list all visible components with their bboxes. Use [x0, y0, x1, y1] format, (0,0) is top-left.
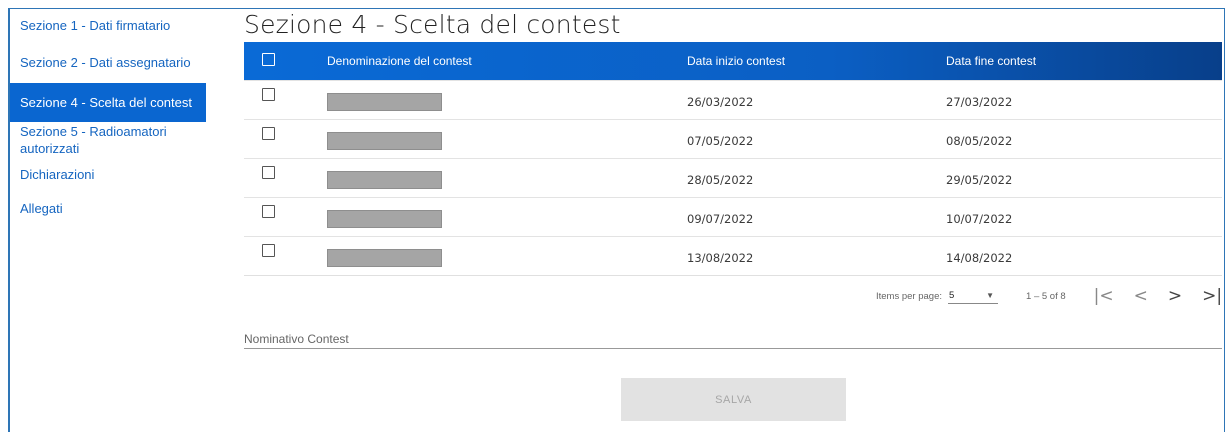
- paginator: Items per page: 5 ▼ 1 – 5 of 8 |< < > >|: [876, 286, 1222, 306]
- select-all-checkbox[interactable]: [262, 53, 275, 66]
- column-header-name: Denominazione del contest: [327, 54, 472, 68]
- sidebar-item-sezione-2[interactable]: Sezione 2 - Dati assegnatario: [10, 42, 206, 83]
- column-header-end: Data fine contest: [946, 54, 1037, 68]
- row-checkbox[interactable]: [262, 127, 275, 140]
- save-button[interactable]: SALVA: [621, 378, 846, 421]
- previous-page-icon[interactable]: <: [1134, 286, 1148, 306]
- sidebar-item-label: Dichiarazioni: [20, 166, 95, 182]
- sidebar-item-sezione-5[interactable]: Sezione 5 - Radioamatori autorizzati: [10, 122, 206, 156]
- start-date-cell: 13/08/2022: [687, 251, 754, 265]
- row-checkbox[interactable]: [262, 166, 275, 179]
- items-per-page-select[interactable]: 5 ▼: [948, 289, 999, 304]
- last-page-icon[interactable]: >|: [1202, 286, 1222, 306]
- first-page-icon[interactable]: |<: [1094, 286, 1114, 306]
- page-range: 1 – 5 of 8: [1026, 290, 1066, 302]
- redacted-contest-name: [327, 249, 442, 267]
- end-date-cell: 14/08/2022: [946, 251, 1013, 265]
- column-header-start: Data inizio contest: [687, 54, 786, 68]
- table-row[interactable]: 07/05/2022 08/05/2022: [244, 119, 1222, 158]
- start-date-cell: 09/07/2022: [687, 212, 754, 226]
- end-date-cell: 29/05/2022: [946, 173, 1013, 187]
- end-date-cell: 10/07/2022: [946, 212, 1013, 226]
- sidebar-item-sezione-1[interactable]: Sezione 1 - Dati firmatario: [10, 9, 206, 42]
- nominativo-contest-field: [244, 330, 1222, 349]
- row-checkbox[interactable]: [262, 244, 275, 257]
- table-row[interactable]: 09/07/2022 10/07/2022: [244, 197, 1222, 236]
- next-page-icon[interactable]: >: [1168, 286, 1182, 306]
- sidebar-item-label: Sezione 1 - Dati firmatario: [20, 18, 171, 33]
- row-checkbox[interactable]: [262, 205, 275, 218]
- row-checkbox[interactable]: [262, 88, 275, 101]
- sidebar-item-label: Sezione 4 - Scelta del contest: [20, 95, 192, 110]
- sidebar-item-dichiarazioni[interactable]: Dichiarazioni: [10, 156, 206, 186]
- redacted-contest-name: [327, 93, 442, 111]
- sidebar-item-label: Sezione 2 - Dati assegnatario: [20, 55, 191, 70]
- sidebar-item-allegati[interactable]: Allegati: [10, 186, 206, 230]
- contest-table: Denominazione del contest Data inizio co…: [244, 42, 1222, 276]
- sidebar-item-sezione-4[interactable]: Sezione 4 - Scelta del contest: [10, 83, 206, 122]
- end-date-cell: 27/03/2022: [946, 95, 1013, 109]
- redacted-contest-name: [327, 210, 442, 228]
- table-row[interactable]: 26/03/2022 27/03/2022: [244, 80, 1222, 119]
- caret-down-icon: ▼: [986, 291, 995, 300]
- table-row[interactable]: 28/05/2022 29/05/2022: [244, 158, 1222, 197]
- sidebar-item-label: Allegati: [20, 200, 63, 216]
- sidebar: Sezione 1 - Dati firmatario Sezione 2 - …: [10, 9, 206, 230]
- items-per-page-value: 5: [949, 290, 955, 301]
- redacted-contest-name: [327, 132, 442, 150]
- end-date-cell: 08/05/2022: [946, 134, 1013, 148]
- page-title: Sezione 4 - Scelta del contest: [244, 10, 621, 39]
- start-date-cell: 07/05/2022: [687, 134, 754, 148]
- items-per-page-label: Items per page:: [876, 290, 943, 302]
- start-date-cell: 26/03/2022: [687, 95, 754, 109]
- start-date-cell: 28/05/2022: [687, 173, 754, 187]
- sidebar-item-label: Sezione 5 - Radioamatori autorizzati: [20, 124, 167, 156]
- nominativo-contest-input[interactable]: [244, 332, 1222, 346]
- table-row[interactable]: 13/08/2022 14/08/2022: [244, 236, 1222, 275]
- redacted-contest-name: [327, 171, 442, 189]
- table-header: Denominazione del contest Data inizio co…: [244, 42, 1222, 80]
